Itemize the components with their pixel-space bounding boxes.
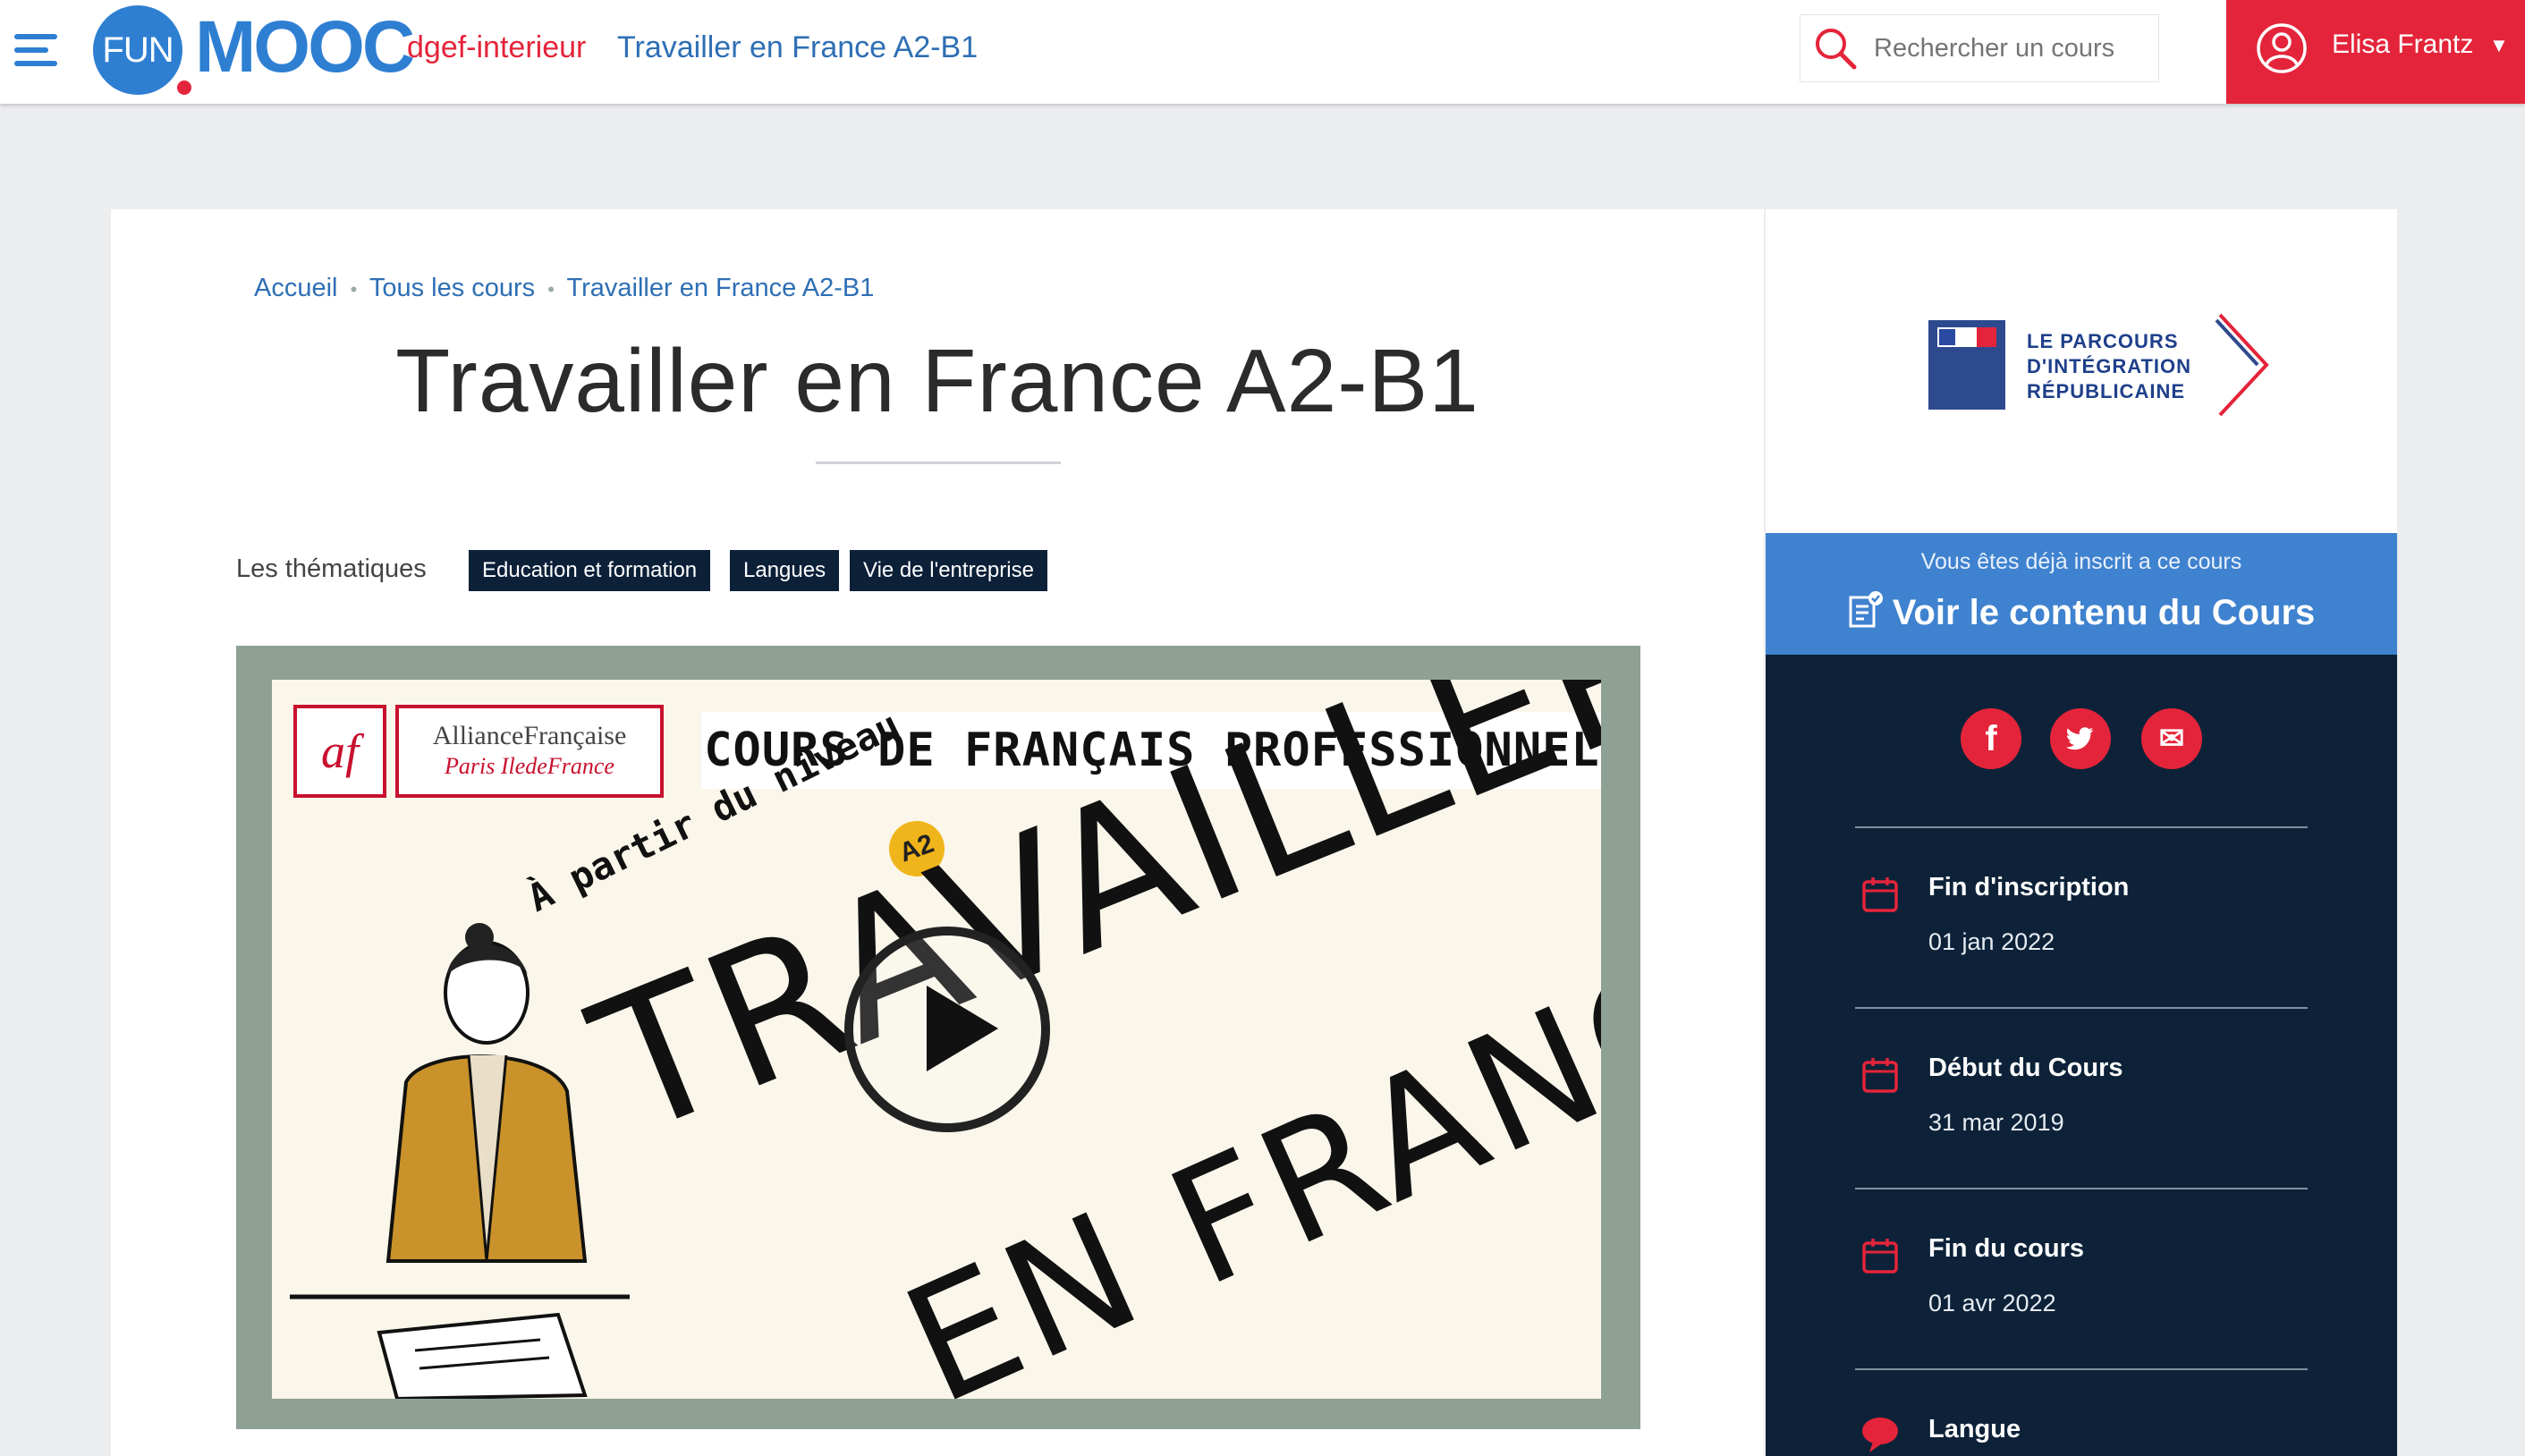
partner-logo-line2: D'INTÉGRATION <box>2027 355 2192 377</box>
partner-logo-line3: RÉPUBLICAINE <box>2027 380 2186 402</box>
view-course-content-button[interactable]: Vous êtes déjà inscrit a ce cours Voir l… <box>1766 533 2397 655</box>
info-divider <box>1855 1007 2308 1009</box>
logo-mooc-text: MOOC <box>195 6 415 88</box>
partner-logo-panel: LE PARCOURS D'INTÉGRATION RÉPUBLICAINE <box>1766 209 2397 533</box>
themes-label: Les thématiques <box>236 554 427 583</box>
partner-logo-text: LE PARCOURS D'INTÉGRATION RÉPUBLICAINE <box>2027 329 2191 404</box>
twitter-share-icon[interactable] <box>2050 708 2111 769</box>
enrollment-end-value: 01 jan 2022 <box>1928 928 2055 955</box>
af-logo-wordmark: AllianceFrançaise Paris IledeFrance <box>395 705 664 798</box>
theme-tag-education[interactable]: Education et formation <box>469 550 711 591</box>
calendar-icon <box>1862 1058 1898 1093</box>
breadcrumb-separator: • <box>547 278 555 301</box>
fun-mooc-logo[interactable]: FUN MOOC <box>89 0 415 100</box>
logo-dot <box>177 80 191 95</box>
af-logo-mark: af <box>293 705 386 798</box>
view-course-content-link[interactable]: Voir le contenu du Cours <box>1766 590 2397 633</box>
info-divider <box>1855 826 2308 828</box>
twitter-bird-icon <box>2065 727 2094 750</box>
menu-icon[interactable] <box>14 34 57 66</box>
parcours-integration-logo[interactable]: LE PARCOURS D'INTÉGRATION RÉPUBLICAINE <box>1928 313 2269 424</box>
user-menu[interactable]: Elisa Frantz ▼ <box>2226 0 2525 104</box>
chevron-right-icon <box>2215 313 2269 417</box>
course-end-value: 01 avr 2022 <box>1928 1290 2056 1316</box>
search-icon[interactable] <box>1811 24 1860 72</box>
calendar-icon <box>1862 1239 1898 1274</box>
course-video-player[interactable]: af AllianceFrançaise Paris IledeFrance C… <box>236 646 1640 1429</box>
enrollment-end-label: Fin d'inscription <box>1928 873 2130 902</box>
course-main-panel: Accueil • Tous les cours • Travailler en… <box>111 209 1764 1456</box>
speech-bubble-icon <box>1862 1418 1898 1452</box>
breadcrumb-separator: • <box>350 278 358 301</box>
logo-fun-text: FUN <box>93 5 182 95</box>
view-course-content-label: Voir le contenu du Cours <box>1892 593 2316 632</box>
video-thumbnail: af AllianceFrançaise Paris IledeFrance C… <box>272 680 1601 1399</box>
af-logo-line1: AllianceFrançaise <box>432 721 627 750</box>
user-avatar-icon <box>2257 23 2307 73</box>
course-start-label: Début du Cours <box>1928 1054 2123 1082</box>
search-box[interactable] <box>1800 14 2159 82</box>
language-label: Langue <box>1928 1415 2021 1443</box>
play-icon[interactable] <box>844 927 1050 1132</box>
course-start-value: 31 mar 2019 <box>1928 1109 2064 1136</box>
enrolled-notice: Vous êtes déjà inscrit a ce cours <box>1920 549 2242 574</box>
partner-logo-line1: LE PARCOURS <box>2027 330 2179 352</box>
theme-tag-langues[interactable]: Langues <box>730 550 840 591</box>
checklist-icon <box>1849 591 1883 628</box>
title-divider <box>816 461 1061 464</box>
header-organization-link[interactable]: dgef-interieur <box>407 30 586 65</box>
email-share-icon[interactable]: ✉ <box>2141 708 2202 769</box>
af-logo-line2: Paris IledeFrance <box>445 753 614 779</box>
top-navigation-bar: FUN MOOC dgef-interieur Travailler en Fr… <box>0 0 2525 104</box>
breadcrumb-current-course[interactable]: Travailler en France A2-B1 <box>566 274 874 302</box>
course-end-label: Fin du cours <box>1928 1234 2084 1263</box>
breadcrumb: Accueil • Tous les cours • Travailler en… <box>254 274 874 303</box>
info-divider <box>1855 1368 2308 1370</box>
alliance-francaise-logo: af AllianceFrançaise Paris IledeFrance <box>293 705 673 801</box>
header-course-link[interactable]: Travailler en France A2-B1 <box>617 30 978 65</box>
chevron-down-icon[interactable]: ▼ <box>2489 34 2509 57</box>
page-title: Travailler en France A2-B1 <box>395 331 1479 431</box>
calendar-icon <box>1862 877 1898 912</box>
facebook-share-icon[interactable]: f <box>1961 708 2021 769</box>
french-flag-icon <box>1928 320 2005 410</box>
course-info-panel: f ✉ Fin d'inscription 01 jan 2022 Début … <box>1766 655 2397 1456</box>
info-divider <box>1855 1188 2308 1189</box>
theme-tag-entreprise[interactable]: Vie de l'entreprise <box>850 550 1047 591</box>
breadcrumb-home[interactable]: Accueil <box>254 274 338 302</box>
search-input[interactable] <box>1872 28 2144 69</box>
breadcrumb-all-courses[interactable]: Tous les cours <box>369 274 535 302</box>
user-name[interactable]: Elisa Frantz <box>2332 30 2473 60</box>
